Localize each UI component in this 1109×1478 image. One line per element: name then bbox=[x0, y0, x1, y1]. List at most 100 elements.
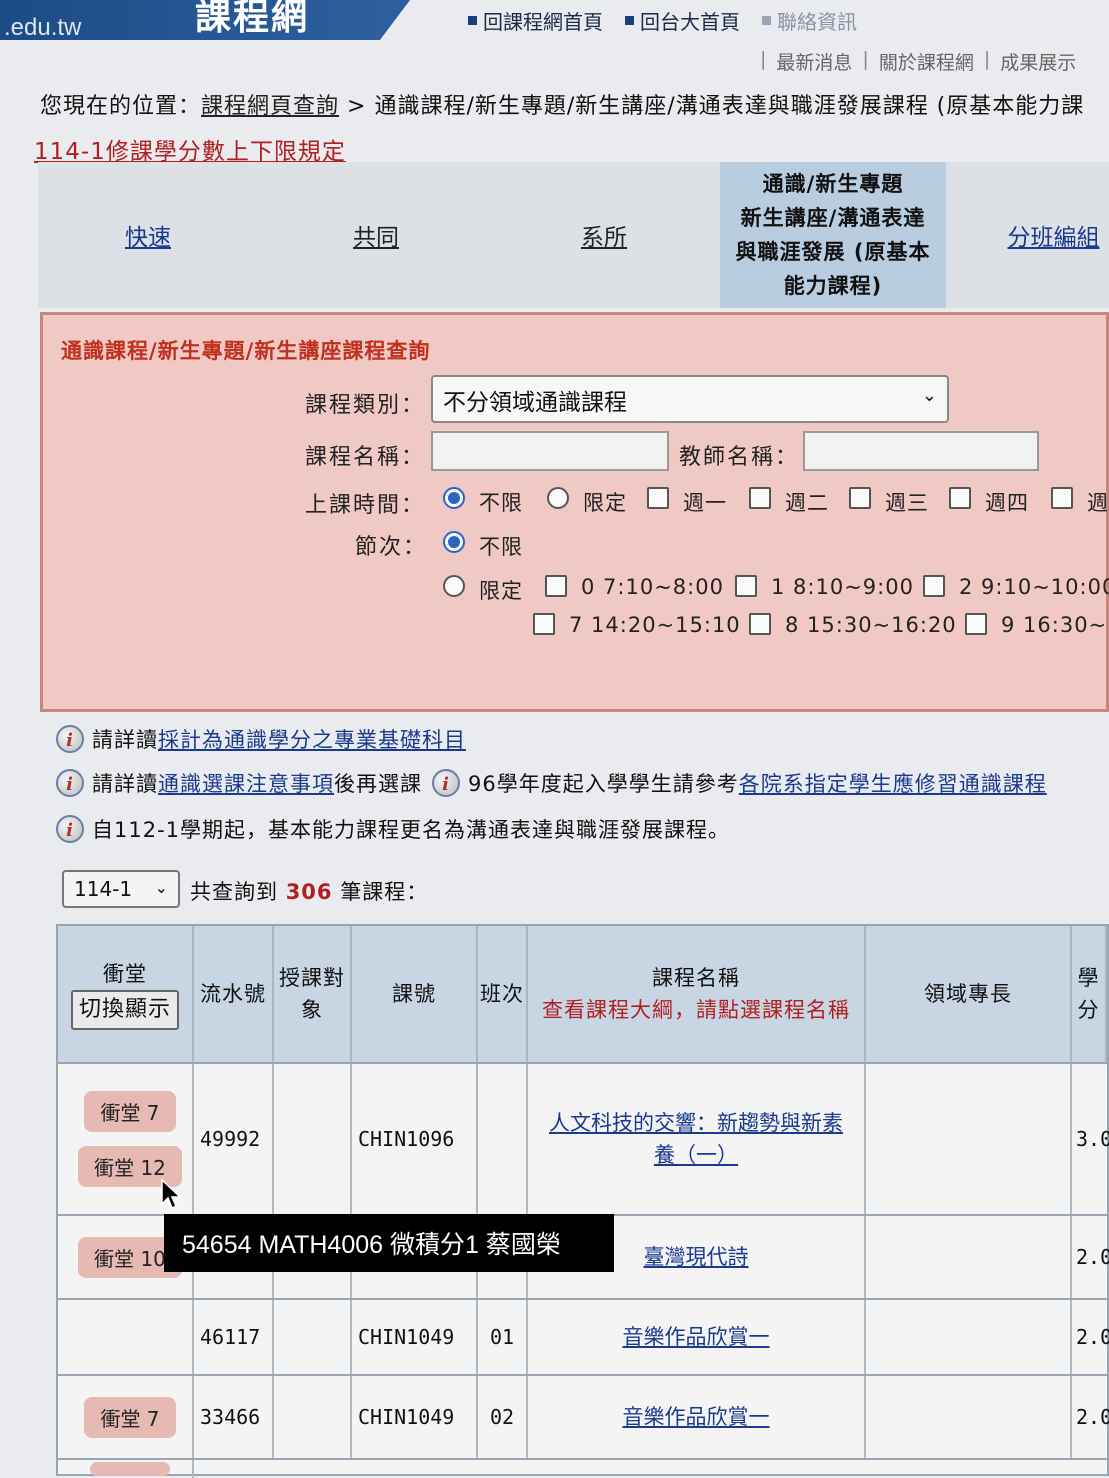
teacher-name-input[interactable] bbox=[803, 431, 1039, 471]
credit-limit-link[interactable]: 114-1修課學分數上下限規定 bbox=[34, 132, 346, 166]
weekday-fri-checkbox[interactable] bbox=[1051, 487, 1073, 509]
course-name-cell: 音樂作品欣賞一 bbox=[528, 1300, 866, 1374]
period-8-checkbox[interactable] bbox=[749, 613, 771, 635]
logo-domain-text: .edu.tw bbox=[4, 14, 82, 41]
note2-prefix: 請詳讀 bbox=[92, 772, 158, 796]
period-9-checkbox[interactable] bbox=[965, 613, 987, 635]
top-nav: 回課程網首頁 回台大首頁 聯絡資訊 bbox=[468, 6, 857, 35]
conflict-badge[interactable] bbox=[90, 1462, 170, 1476]
nav-ntu-home-label: 回台大首頁 bbox=[640, 10, 740, 34]
target-cell bbox=[274, 1376, 352, 1458]
serial-cell: 49992 bbox=[194, 1064, 274, 1214]
col-header-course-name: 課程名稱 查看課程大綱，請點選課程名稱 bbox=[528, 926, 866, 1062]
col-header-conflict: 衝堂 切換顯示 bbox=[58, 926, 194, 1062]
table-row: 46117 CHIN1049 01 音樂作品欣賞一 2.0 bbox=[58, 1298, 1109, 1374]
period-1-checkbox[interactable] bbox=[735, 575, 757, 597]
note2-suffix: 後再選課 bbox=[334, 772, 422, 796]
serial-cell: 33466 bbox=[194, 1376, 274, 1458]
result-count-prefix: 共查詢到 bbox=[190, 880, 278, 904]
period-0-checkbox[interactable] bbox=[545, 575, 567, 597]
square-bullet-icon bbox=[762, 16, 771, 25]
sub-nav-showcase[interactable]: 成果展示 bbox=[1000, 48, 1076, 75]
note3-prefix: 96學年度起入學學生請參考 bbox=[468, 772, 739, 796]
conflict-badge[interactable]: 衝堂 7 bbox=[84, 1396, 176, 1438]
time-limit-radio[interactable] bbox=[547, 487, 569, 509]
period-7-checkbox[interactable] bbox=[533, 613, 555, 635]
table-row bbox=[58, 1458, 1107, 1478]
course-category-select[interactable]: 不分領域通識課程 ⌄ bbox=[431, 375, 949, 423]
semester-value: 114-1 bbox=[74, 877, 133, 901]
weekday-thu-checkbox[interactable] bbox=[949, 487, 971, 509]
col-header-course-name-title: 課程名稱 bbox=[652, 966, 740, 990]
time-limit-label: 限定 bbox=[583, 491, 627, 515]
table-row: 衝堂 7 衝堂 12 49992 CHIN1096 人文科技的交響：新趨勢與新素… bbox=[58, 1062, 1109, 1214]
square-bullet-icon bbox=[468, 16, 477, 25]
note1-link[interactable]: 採計為通識學分之專業基礎科目 bbox=[158, 724, 466, 754]
note1-prefix: 請詳讀 bbox=[92, 728, 158, 752]
info-icon: i bbox=[56, 725, 84, 753]
note2-link[interactable]: 通識選課注意事項 bbox=[158, 768, 334, 798]
nav-contact-label: 聯絡資訊 bbox=[777, 10, 857, 34]
col-header-domain: 領域專長 bbox=[866, 926, 1072, 1062]
period-label: 節次： bbox=[355, 535, 428, 560]
period-2-checkbox[interactable] bbox=[923, 575, 945, 597]
course-name-input[interactable] bbox=[431, 431, 669, 471]
breadcrumb-link-query[interactable]: 課程網頁查詢 bbox=[201, 94, 339, 119]
tab-common[interactable]: 共同 bbox=[306, 162, 446, 308]
weekday-wed-checkbox[interactable] bbox=[849, 487, 871, 509]
nav-ntu-home[interactable]: 回台大首頁 bbox=[625, 6, 740, 35]
weekday-tue-checkbox[interactable] bbox=[749, 487, 771, 509]
class-time-label: 上課時間： bbox=[305, 493, 426, 518]
weekday-mon-checkbox[interactable] bbox=[647, 487, 669, 509]
course-name-link[interactable]: 音樂作品欣賞一 bbox=[623, 1321, 770, 1353]
tab-dept[interactable]: 系所 bbox=[534, 162, 674, 308]
period-any-radio[interactable] bbox=[443, 531, 465, 553]
target-cell bbox=[274, 1300, 352, 1374]
tab-general-education-line2: 新生講座/溝通表達 bbox=[740, 206, 926, 230]
tab-quick[interactable]: 快速 bbox=[78, 162, 218, 308]
site-logo[interactable]: .edu.tw 課程網 bbox=[0, 0, 410, 41]
time-any-radio[interactable] bbox=[443, 487, 465, 509]
semester-select[interactable]: 114-1 ⌄ bbox=[62, 870, 180, 908]
sub-nav-about[interactable]: 關於課程網 bbox=[879, 48, 974, 75]
period-limit-radio[interactable] bbox=[443, 575, 465, 597]
result-count-number: 306 bbox=[285, 880, 333, 904]
domain-cell bbox=[866, 1064, 1072, 1214]
tab-general-education[interactable]: 通識/新生專題 新生講座/溝通表達 與職涯發展 (原基本 能力課程) bbox=[720, 162, 946, 308]
period-8-label: 8 15:30~16:20 bbox=[785, 613, 957, 637]
info-icon: i bbox=[56, 815, 84, 843]
conflict-cell bbox=[68, 1300, 194, 1374]
col-header-course-name-hint: 查看課程大綱，請點選課程名稱 bbox=[542, 998, 850, 1022]
nav-course-home[interactable]: 回課程網首頁 bbox=[468, 6, 603, 35]
conflict-badge[interactable]: 衝堂 7 bbox=[84, 1091, 176, 1132]
weekday-mon-label: 週一 bbox=[683, 491, 727, 515]
tab-group[interactable]: 分班編組 bbox=[998, 162, 1109, 308]
note3-link[interactable]: 各院系指定學生應修習通識課程 bbox=[739, 768, 1047, 798]
sub-nav-news[interactable]: 最新消息 bbox=[776, 48, 852, 75]
query-panel-title: 通識課程/新生專題/新生講座課程查詢 bbox=[61, 339, 431, 363]
credit-cell: 3.0 bbox=[1076, 1127, 1109, 1151]
course-category-value: 不分領域通識課程 bbox=[443, 390, 627, 416]
credit-cell: 2.0 bbox=[1076, 1245, 1109, 1269]
course-name-link[interactable]: 臺灣現代詩 bbox=[644, 1241, 749, 1273]
breadcrumb-current: > 通識課程/新生專題/新生講座/溝通表達與職涯發展課程 (原基本能力課 bbox=[339, 94, 1085, 119]
conflict-cell: 衝堂 7 bbox=[68, 1376, 194, 1458]
hover-tooltip: 54654 MATH4006 微積分1 蔡國榮 bbox=[164, 1214, 614, 1272]
period-2-label: 2 9:10~10:00 bbox=[959, 575, 1109, 599]
note-rename: i 自112-1學期起，基本能力課程更名為溝通表達與職涯發展課程。 bbox=[56, 814, 730, 844]
course-name-link[interactable]: 人文科技的交響：新趨勢與新素養（一） bbox=[548, 1107, 844, 1171]
nav-contact[interactable]: 聯絡資訊 bbox=[762, 6, 857, 35]
col-header-conflict-title: 衝堂 bbox=[103, 962, 147, 986]
course-name-link[interactable]: 音樂作品欣賞一 bbox=[623, 1401, 770, 1433]
period-limit-label: 限定 bbox=[479, 579, 523, 603]
course-name-cell: 人文科技的交響：新趨勢與新素養（一） bbox=[528, 1064, 866, 1214]
period-9-label: 9 16:30~1 bbox=[1001, 613, 1109, 637]
query-panel: 通識課程/新生專題/新生講座課程查詢 課程類別： 不分領域通識課程 ⌄ 課程名稱… bbox=[40, 312, 1109, 712]
site-header: .edu.tw 課程網 回課程網首頁 回台大首頁 聯絡資訊 bbox=[0, 0, 1109, 41]
weekday-tue-label: 週二 bbox=[785, 491, 829, 515]
toggle-display-button[interactable]: 切換顯示 bbox=[70, 990, 179, 1030]
breadcrumb-prefix: 您現在的位置： bbox=[40, 94, 202, 119]
info-icon: i bbox=[432, 769, 460, 797]
period-1-label: 1 8:10~9:00 bbox=[771, 575, 914, 599]
note-professional-courses: i 請詳讀 採計為通識學分之專業基礎科目 bbox=[56, 724, 466, 754]
